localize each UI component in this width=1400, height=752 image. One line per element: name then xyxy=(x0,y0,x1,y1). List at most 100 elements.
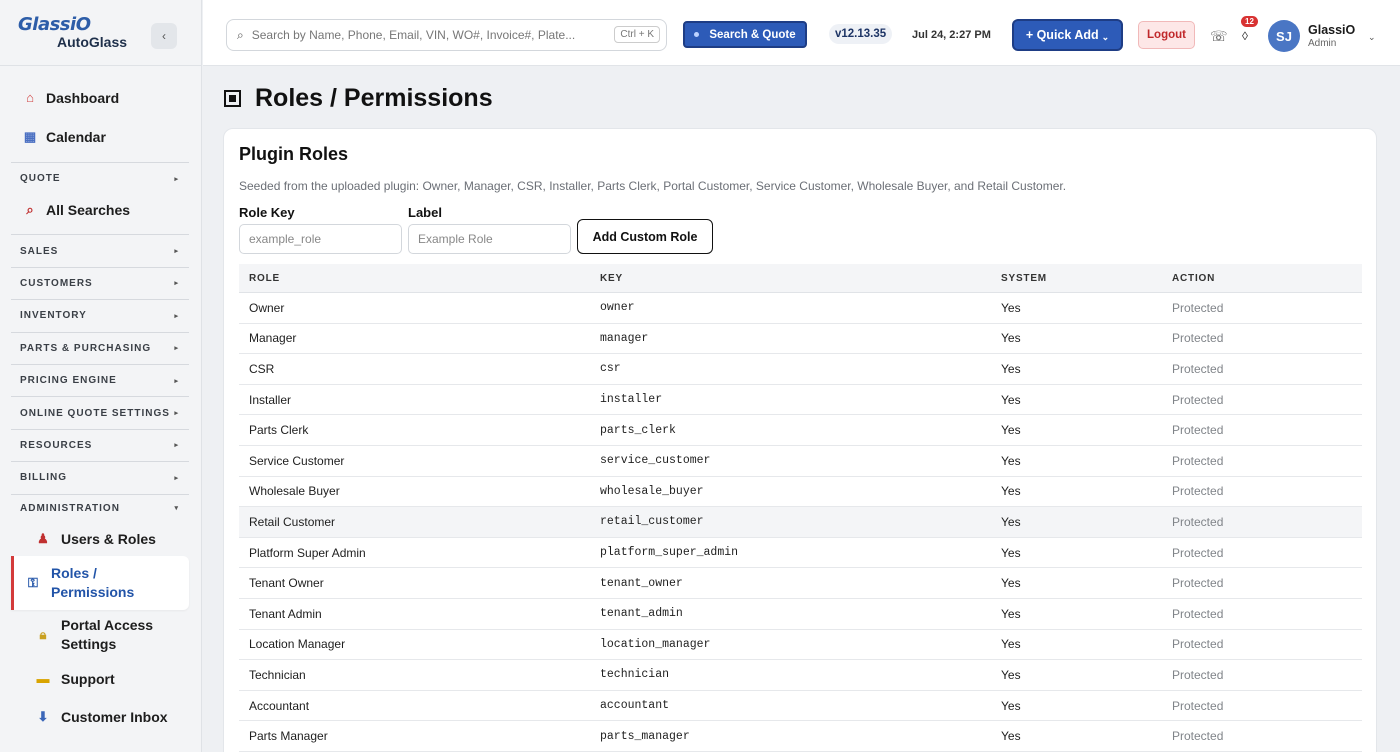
sidebar-item-users-roles[interactable]: ♟ Users & Roles xyxy=(11,522,189,556)
sidebar-group-pricing-engine[interactable]: PRICING ENGINE ▸ xyxy=(11,363,189,396)
sidebar-item-label: Customer Inbox xyxy=(61,709,168,726)
global-search[interactable]: ⌕ Ctrl + K xyxy=(226,19,667,51)
sidebar-item-calendar[interactable]: ▦ Calendar xyxy=(0,117,201,156)
chevron-down-icon[interactable]: ⌄ xyxy=(1368,32,1376,43)
sidebar-item-roles-permissions[interactable]: ⚿ Roles / Permissions xyxy=(11,555,189,610)
table-row[interactable]: Service Customer service_customer Yes Prote… xyxy=(239,446,1362,477)
system-cell: Yes xyxy=(1001,576,1021,591)
system-cell: Yes xyxy=(1001,392,1021,407)
global-search-input[interactable] xyxy=(251,28,602,42)
system-cell: Yes xyxy=(1001,667,1021,682)
system-cell: Yes xyxy=(1001,729,1021,744)
sidebar-item-portal-access-settings[interactable]: 🔒︎ Portal Access Settings xyxy=(11,610,189,660)
action-cell: Protected xyxy=(1172,698,1224,713)
action-cell: Protected xyxy=(1172,361,1224,376)
page-header: Roles / Permissions xyxy=(224,84,493,113)
table-body: Owner owner Yes Protected Manager manager Yes P… xyxy=(239,293,1362,752)
sidebar-item-all-searches[interactable]: ⌕ All Searches xyxy=(0,194,201,226)
user-name[interactable]: GlassiO xyxy=(1308,23,1355,37)
role-cell: Parts Manager xyxy=(249,729,328,744)
table-row[interactable]: Technician technician Yes Protected xyxy=(239,660,1362,691)
phone-icon[interactable]: ☏ xyxy=(1210,28,1228,45)
table-row[interactable]: Location Manager location_manager Yes Prote… xyxy=(239,630,1362,661)
caret-down-icon: ▾ xyxy=(174,505,179,513)
sidebar-group-label: QUOTE xyxy=(20,173,61,185)
search-quote-label: Search & Quote xyxy=(709,28,796,41)
caret-right-icon: ▸ xyxy=(174,280,179,288)
sidebar-group-customers[interactable]: CUSTOMERS ▸ xyxy=(11,266,189,299)
sidebar-group-sales[interactable]: SALES ▸ xyxy=(11,234,189,266)
table-row[interactable]: Accountant accountant Yes Protected xyxy=(239,691,1362,722)
user-icon: ♟ xyxy=(37,530,49,546)
action-cell: Protected xyxy=(1172,423,1224,438)
column-header-action: ACTION xyxy=(1172,272,1216,284)
table-row[interactable]: Platform Super Admin platform_super_admin… xyxy=(239,538,1362,569)
sidebar-collapse-button[interactable]: ‹ xyxy=(151,23,177,49)
sidebar-group-label: PARTS & PURCHASING xyxy=(20,342,152,354)
sidebar-group-parts-purchasing[interactable]: PARTS & PURCHASING ▸ xyxy=(11,331,189,364)
quick-add-button[interactable]: + Quick Add ⌄ xyxy=(1012,19,1123,51)
action-cell: Protected xyxy=(1172,514,1224,529)
sidebar-group-resources[interactable]: RESOURCES ▸ xyxy=(11,428,189,461)
brand-name: GlassiO xyxy=(18,14,91,35)
sidebar-item-label: Settings xyxy=(61,635,117,652)
key-cell: csr xyxy=(600,362,621,376)
sidebar-group-label: ONLINE QUOTE SETTINGS xyxy=(20,407,170,419)
role-cell: Technician xyxy=(249,667,306,682)
caret-right-icon: ▸ xyxy=(174,377,179,385)
bell-icon[interactable]: ◊ xyxy=(1242,29,1248,43)
table-row[interactable]: Tenant Owner tenant_owner Yes Protected xyxy=(239,568,1362,599)
role-key-input[interactable] xyxy=(239,224,402,254)
sidebar-item-label: Permissions xyxy=(51,583,135,600)
role-cell: Accountant xyxy=(249,698,310,713)
table-row[interactable]: Parts Clerk parts_clerk Yes Protected xyxy=(239,415,1362,446)
sidebar-item-dashboard[interactable]: ⌂ Dashboard xyxy=(0,78,201,117)
label-input[interactable] xyxy=(408,224,571,254)
action-cell: Protected xyxy=(1172,300,1224,315)
lock-icon: 🔒︎ xyxy=(39,626,47,642)
caret-right-icon: ▸ xyxy=(174,442,179,450)
table-row[interactable]: CSR csr Yes Protected xyxy=(239,354,1362,385)
notification-badge: 12 xyxy=(1241,16,1258,27)
table-row[interactable]: Owner owner Yes Protected xyxy=(239,293,1362,324)
action-cell: Protected xyxy=(1172,484,1224,499)
key-cell: retail_customer xyxy=(600,515,704,529)
avatar[interactable]: SJ xyxy=(1268,20,1300,52)
sidebar-group-online-quote-settings[interactable]: ONLINE QUOTE SETTINGS ▸ xyxy=(11,396,189,428)
sidebar-item-label: Support xyxy=(61,670,115,687)
table-row[interactable]: Manager manager Yes Protected xyxy=(239,324,1362,355)
card-description: Seeded from the uploaded plugin: Owner, … xyxy=(239,179,1067,193)
action-cell: Protected xyxy=(1172,729,1224,744)
sidebar-item-label: Roles / xyxy=(51,564,97,581)
sidebar-group-quote[interactable]: QUOTE ▸ xyxy=(11,162,189,194)
caret-right-icon: ▸ xyxy=(174,474,179,482)
quick-add-label: + Quick Add xyxy=(1025,28,1099,42)
sidebar-group-billing[interactable]: BILLING ▸ xyxy=(11,461,189,493)
sidebar-group-inventory[interactable]: INVENTORY ▸ xyxy=(11,299,189,331)
dot-icon xyxy=(694,32,700,37)
key-cell: owner xyxy=(600,301,635,315)
key-cell: accountant xyxy=(600,699,670,713)
datetime: Jul 24, 2:27 PM xyxy=(912,29,991,41)
table-row[interactable]: Installer installer Yes Protected xyxy=(239,385,1362,416)
sidebar-item-customer-inbox[interactable]: ⬇ Customer Inbox xyxy=(11,698,189,737)
sidebar-item-support[interactable]: ▬ Support xyxy=(11,660,189,698)
sidebar-item-label: Calendar xyxy=(46,128,106,145)
table-row[interactable]: Wholesale Buyer wholesale_buyer Yes Protect… xyxy=(239,477,1362,508)
table-row[interactable]: Retail Customer retail_customer Yes Protect… xyxy=(239,507,1362,538)
chevron-down-icon: ⌄ xyxy=(1101,31,1110,42)
search-quote-button[interactable]: Search & Quote xyxy=(683,21,807,48)
add-custom-role-button[interactable]: Add Custom Role xyxy=(577,219,713,254)
sidebar-group-label: ADMINISTRATION xyxy=(20,502,120,514)
table-row[interactable]: Parts Manager parts_manager Yes Protected xyxy=(239,721,1362,752)
role-cell: Retail Customer xyxy=(249,514,336,529)
search-shortcut-hint: Ctrl + K xyxy=(614,26,660,43)
key-cell: manager xyxy=(600,331,649,345)
table-row[interactable]: Tenant Admin tenant_admin Yes Protected xyxy=(239,599,1362,630)
logout-button[interactable]: Logout xyxy=(1138,21,1195,49)
key-cell: technician xyxy=(600,668,670,682)
brand-logo[interactable]: GlassiO AutoGlass ‹ xyxy=(0,0,201,66)
action-cell: Protected xyxy=(1172,667,1224,682)
sidebar-group-administration[interactable]: ADMINISTRATION ▾ xyxy=(11,493,189,522)
sidebar-item-label: Portal Access xyxy=(61,616,154,633)
